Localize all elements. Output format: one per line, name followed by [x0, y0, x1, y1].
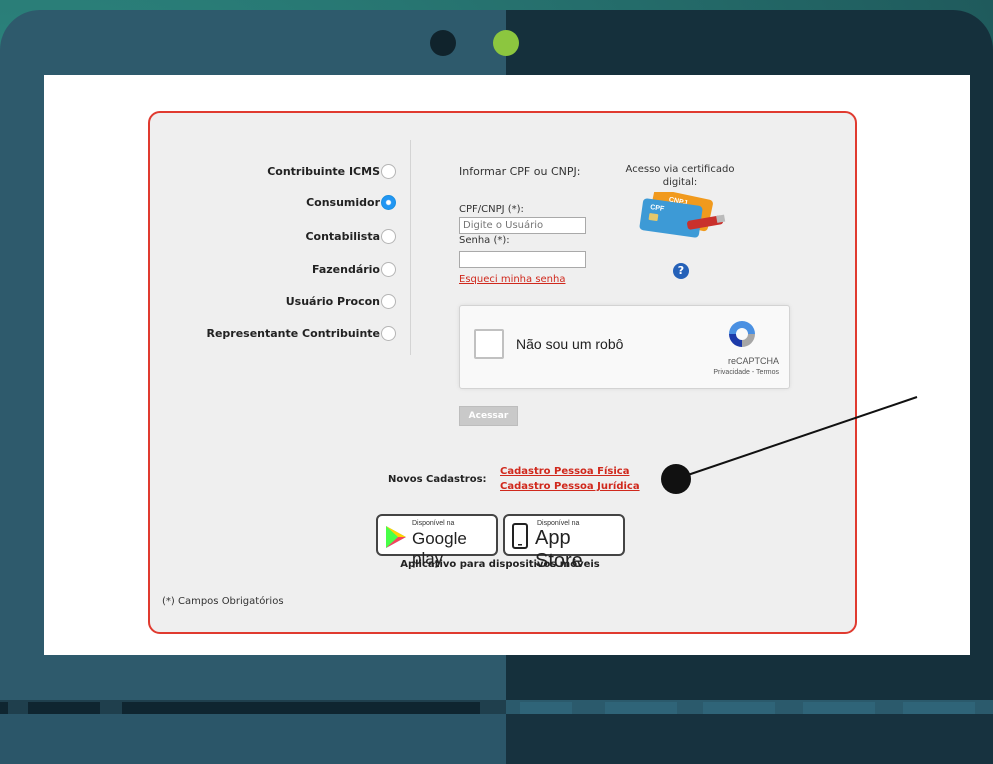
annotation-pointer — [661, 396, 918, 494]
